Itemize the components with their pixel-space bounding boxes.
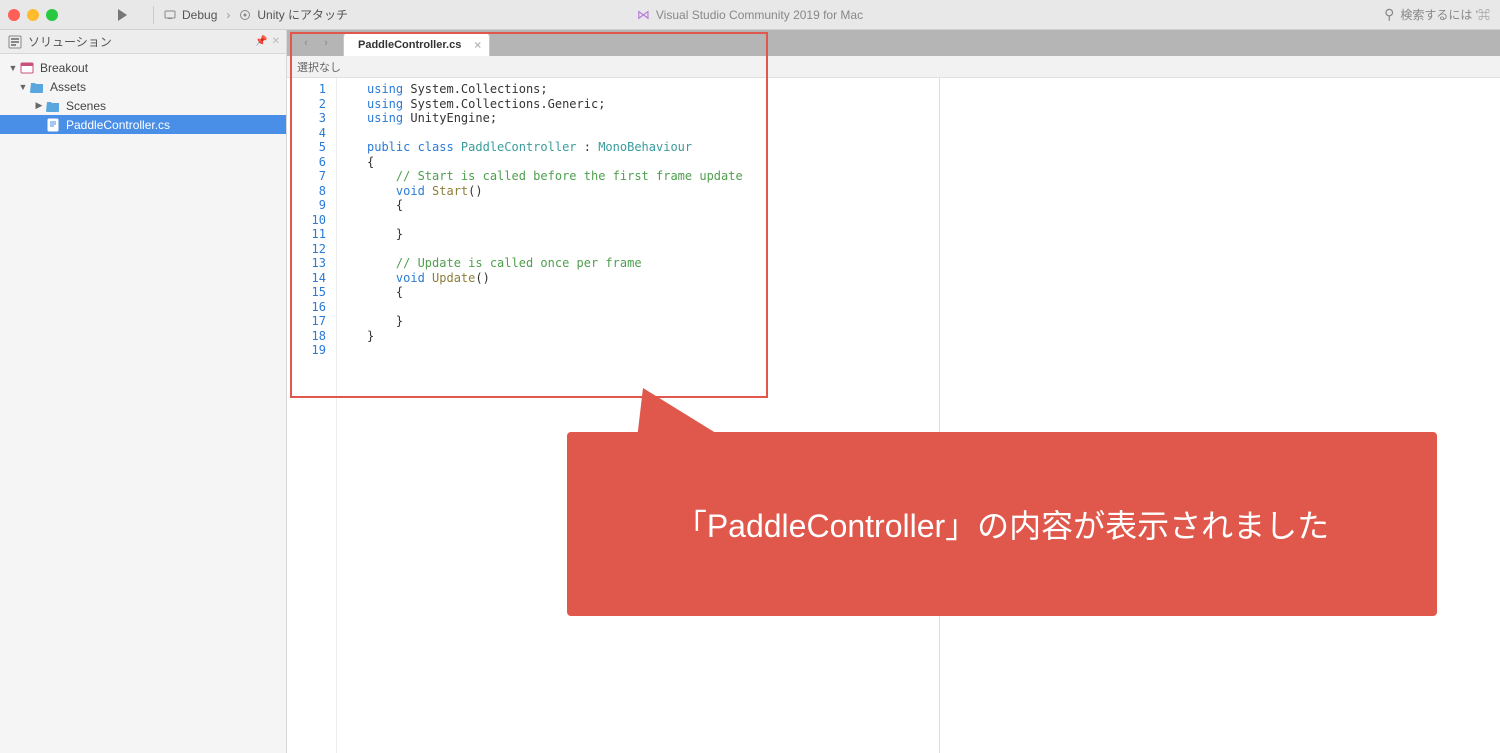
tree-item-label: Scenes: [66, 99, 106, 113]
code-line[interactable]: [367, 242, 1500, 257]
line-number: 17: [291, 314, 326, 329]
panel-header-actions: 📌 ✕: [255, 36, 280, 47]
breadcrumb-bar[interactable]: 選択なし: [287, 56, 1500, 78]
zoom-window-button[interactable]: [46, 9, 58, 21]
app-title-text: Visual Studio Community 2019 for Mac: [656, 8, 863, 22]
run-button[interactable]: [118, 9, 127, 21]
line-number: 9: [291, 198, 326, 213]
target-icon: [239, 9, 251, 21]
code-line[interactable]: [367, 126, 1500, 141]
code-line[interactable]: }: [367, 329, 1500, 344]
line-number: 6: [291, 155, 326, 170]
pin-icon[interactable]: 📌: [255, 36, 267, 47]
code-line[interactable]: void Start(): [367, 184, 1500, 199]
file-icon: [46, 118, 60, 132]
line-number: 16: [291, 300, 326, 315]
folder-icon: [30, 80, 44, 94]
visual-studio-icon: ⋈: [637, 7, 650, 23]
solution-icon: [8, 35, 22, 49]
tree-item-label: PaddleController.cs: [66, 118, 170, 132]
line-number: 1: [291, 82, 326, 97]
attach-target: Unity にアタッチ: [257, 6, 348, 23]
line-number: 11: [291, 227, 326, 242]
line-number: 3: [291, 111, 326, 126]
line-number: 2: [291, 97, 326, 112]
tree-item-label: Breakout: [40, 61, 88, 75]
minimize-window-button[interactable]: [27, 9, 39, 21]
breadcrumb-text: 選択なし: [297, 59, 341, 75]
disclosure-icon: [34, 120, 44, 130]
code-line[interactable]: using System.Collections;: [367, 82, 1500, 97]
line-number: 18: [291, 329, 326, 344]
folder-icon: [46, 99, 60, 113]
panel-title: ソリューション: [28, 33, 112, 50]
code-line[interactable]: using System.Collections.Generic;: [367, 97, 1500, 112]
code-editor[interactable]: 12345678910111213141516171819 using Syst…: [287, 78, 1500, 753]
callout-arrow: [635, 388, 753, 456]
tree-item-paddlecontroller-cs[interactable]: PaddleController.cs: [0, 115, 286, 134]
window-title: ⋈ Visual Studio Community 2019 for Mac: [637, 7, 863, 23]
disclosure-icon: ▼: [18, 82, 28, 92]
editor-area: ‹ › PaddleController.cs × 選択なし 123456789…: [287, 30, 1500, 753]
line-number: 15: [291, 285, 326, 300]
line-number: 8: [291, 184, 326, 199]
search-icon: ⚲: [1384, 6, 1394, 23]
code-line[interactable]: {: [367, 198, 1500, 213]
line-number: 13: [291, 256, 326, 271]
chevron-right-icon: ›: [226, 8, 230, 22]
code-line[interactable]: [367, 213, 1500, 228]
code-line[interactable]: void Update(): [367, 271, 1500, 286]
code-line[interactable]: public class PaddleController : MonoBeha…: [367, 140, 1500, 155]
close-panel-icon[interactable]: ✕: [272, 36, 280, 47]
tree-item-assets[interactable]: ▼ Assets: [0, 77, 286, 96]
code-line[interactable]: // Update is called once per frame: [367, 256, 1500, 271]
tab-strip: ‹ › PaddleController.cs ×: [287, 30, 1500, 56]
separator: [153, 6, 154, 24]
line-number: 19: [291, 343, 326, 358]
tree-item-breakout[interactable]: ▼ Breakout: [0, 58, 286, 77]
close-tab-button[interactable]: ×: [474, 38, 481, 52]
solution-sidebar: ソリューション 📌 ✕ ▼ Breakout ▼ Assets ▶ Scenes Paddl…: [0, 30, 287, 753]
code-line[interactable]: [367, 343, 1500, 358]
annotation-callout: 「PaddleController」の内容が表示されました: [567, 432, 1437, 616]
line-number: 12: [291, 242, 326, 257]
search-area[interactable]: ⚲ 検索するには '⌘: [1384, 6, 1490, 23]
line-number: 5: [291, 140, 326, 155]
line-number-gutter: 12345678910111213141516171819: [287, 78, 337, 753]
line-number: 4: [291, 126, 326, 141]
line-number: 7: [291, 169, 326, 184]
disclosure-icon: ▶: [34, 101, 44, 111]
tree-item-label: Assets: [50, 80, 86, 94]
line-number: 10: [291, 213, 326, 228]
code-line[interactable]: [367, 300, 1500, 315]
minimap-divider: [939, 78, 940, 753]
tree-item-scenes[interactable]: ▶ Scenes: [0, 96, 286, 115]
code-line[interactable]: }: [367, 314, 1500, 329]
code-line[interactable]: using UnityEngine;: [367, 111, 1500, 126]
code-line[interactable]: {: [367, 285, 1500, 300]
code-line[interactable]: }: [367, 227, 1500, 242]
config-name: Debug: [182, 8, 217, 22]
file-tab[interactable]: PaddleController.cs ×: [343, 32, 490, 56]
code-line[interactable]: // Start is called before the first fram…: [367, 169, 1500, 184]
tab-navigation: ‹ ›: [293, 30, 339, 56]
callout-text: 「PaddleController」の内容が表示されました: [675, 501, 1329, 547]
disclosure-icon: ▼: [8, 63, 18, 73]
search-hint: 検索するには '⌘: [1400, 6, 1490, 23]
window-controls: [8, 9, 58, 21]
nav-back-button[interactable]: ‹: [297, 34, 315, 52]
nav-forward-button[interactable]: ›: [317, 34, 335, 52]
solution-panel-header: ソリューション 📌 ✕: [0, 30, 286, 54]
device-icon: [164, 9, 176, 21]
project-icon: [20, 61, 34, 75]
line-number: 14: [291, 271, 326, 286]
run-configuration[interactable]: Debug › Unity にアタッチ: [164, 6, 348, 23]
toolbar: Debug › Unity にアタッチ ⋈ Visual Studio Comm…: [0, 0, 1500, 30]
tab-filename: PaddleController.cs: [358, 39, 461, 51]
code-line[interactable]: {: [367, 155, 1500, 170]
solution-tree: ▼ Breakout ▼ Assets ▶ Scenes PaddleController.…: [0, 54, 286, 138]
code-body[interactable]: using System.Collections;using System.Co…: [337, 78, 1500, 753]
close-window-button[interactable]: [8, 9, 20, 21]
